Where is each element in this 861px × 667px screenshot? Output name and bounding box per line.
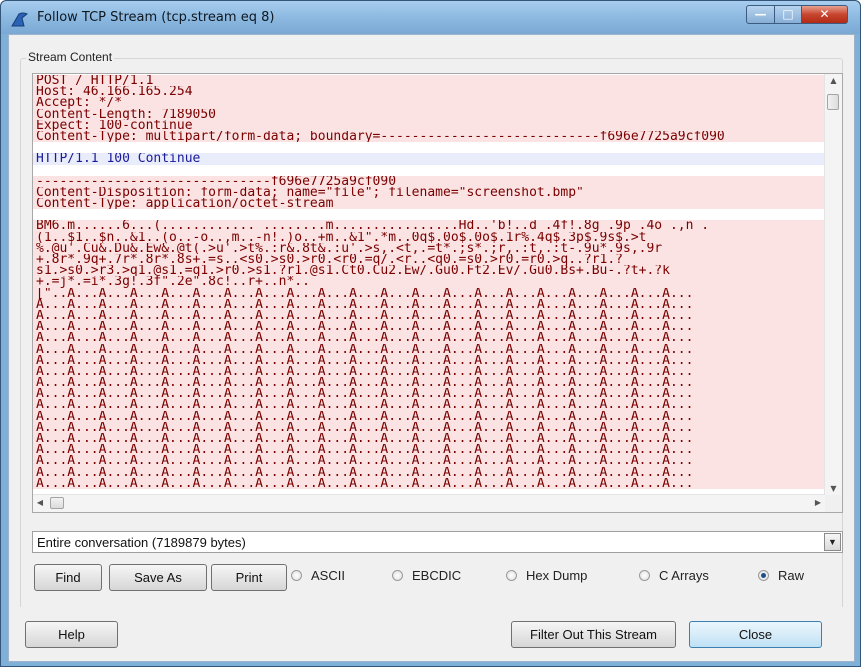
- scroll-right-icon[interactable]: ▶: [811, 498, 825, 507]
- radio-indicator[interactable]: [506, 570, 517, 582]
- stream-line-client: A...A...A...A...A...A...A...A...A...A...…: [33, 343, 825, 355]
- close-window-button[interactable]: ✕: [801, 5, 848, 24]
- close-button-label: Close: [738, 627, 773, 642]
- stream-line-client: %.@u'.Cu&.Du&.Ew&.@t(.>u'.>t%.:r&.8t&.:u…: [33, 242, 825, 254]
- stream-line-client: A...A...A...A...A...A...A...A...A...A...…: [33, 399, 825, 411]
- radio-indicator[interactable]: [758, 570, 769, 582]
- chevron-down-icon: ▼: [828, 537, 837, 547]
- title-bar[interactable]: Follow TCP Stream (tcp.stream eq 8) — □ …: [1, 1, 860, 34]
- stream-line-client: A...A...A...A...A...A...A...A...A...A...…: [33, 354, 825, 366]
- stream-line-client: A...A...A...A...A...A...A...A...A...A...…: [33, 321, 825, 333]
- stream-line-client: A...A...A...A...A...A...A...A...A...A...…: [33, 410, 825, 422]
- format-radio-ebcdic[interactable]: EBCDIC: [392, 568, 461, 588]
- maximize-button[interactable]: □: [774, 5, 802, 24]
- radio-indicator[interactable]: [639, 570, 650, 582]
- stream-line-client: A...A...A...A...A...A...A...A...A...A...…: [33, 477, 825, 489]
- radio-indicator[interactable]: [392, 570, 403, 582]
- minimize-button[interactable]: —: [746, 5, 775, 24]
- close-button[interactable]: Close: [689, 621, 822, 648]
- stream-line-client: (1..$1..$n..&1..(o..-o..,m..-n!.)o..+m..…: [33, 231, 825, 243]
- stream-line-client: A...A...A...A...A...A...A...A...A...A...…: [33, 332, 825, 344]
- dropdown-button[interactable]: ▼: [824, 533, 841, 551]
- format-radio-c-arrays[interactable]: C Arrays: [639, 568, 709, 588]
- save-as-button[interactable]: Save As: [109, 564, 207, 591]
- radio-label: C Arrays: [659, 568, 709, 583]
- find-button[interactable]: Find: [34, 564, 102, 591]
- scroll-left-icon[interactable]: ◀: [33, 498, 47, 507]
- horizontal-scrollbar[interactable]: ◀ ▶: [33, 494, 825, 512]
- stream-line-client: POST / HTTP/1.1: [33, 75, 825, 87]
- stream-line-client: +.8r*.9q+.7r*.8r*.8s+.=s..<s0.>s0.>r0.<r…: [33, 254, 825, 266]
- stream-line-client: [33, 209, 825, 221]
- find-button-label: Find: [55, 570, 81, 585]
- stream-line-client: Host: 46.166.165.254: [33, 86, 825, 98]
- stream-line-client: A...A...A...A...A...A...A...A...A...A...…: [33, 433, 825, 445]
- stream-line-client: +.=j*.=i*.3g!.3f".2e".8c!..r+..n*..: [33, 276, 825, 288]
- stream-line-client: A...A...A...A...A...A...A...A...A...A...…: [33, 466, 825, 478]
- stream-content-text[interactable]: POST / HTTP/1.1 Host: 46.166.165.254 Accep…: [32, 73, 843, 513]
- stream-line-client: [33, 142, 825, 154]
- radio-label: Raw: [778, 568, 805, 583]
- format-radio-ascii[interactable]: ASCII: [291, 568, 345, 588]
- scroll-up-icon[interactable]: ▲: [825, 76, 842, 85]
- scroll-down-icon[interactable]: ▼: [825, 484, 842, 493]
- stream-content-label: Stream Content: [26, 50, 115, 64]
- print-button-label: Print: [235, 570, 263, 585]
- format-radio-hex-dump[interactable]: Hex Dump: [506, 568, 587, 588]
- stream-line-client: A...A...A...A...A...A...A...A...A...A...…: [33, 455, 825, 467]
- conversation-select[interactable]: Entire conversation (7189879 bytes) ▼: [32, 531, 843, 553]
- print-button[interactable]: Print: [211, 564, 287, 591]
- maximize-icon: □: [782, 7, 794, 21]
- vertical-scrollbar[interactable]: ▲ ▼: [824, 74, 842, 495]
- follow-tcp-stream-window: Follow TCP Stream (tcp.stream eq 8) — □ …: [0, 0, 861, 667]
- stream-line-client: A...A...A...A...A...A...A...A...A...A...…: [33, 421, 825, 433]
- vertical-scroll-thumb[interactable]: [827, 94, 839, 110]
- stream-line-client: ------------------------------f696e7725a…: [33, 175, 825, 187]
- radio-label: ASCII: [311, 568, 345, 583]
- horizontal-scroll-thumb[interactable]: [50, 497, 64, 509]
- help-button-label: Help: [58, 627, 85, 642]
- stream-line-client: A...A...A...A...A...A...A...A...A...A...…: [33, 444, 825, 456]
- stream-line-server: HTTP/1.1 100 Continue: [33, 153, 825, 165]
- save-as-button-label: Save As: [134, 570, 182, 585]
- shark-fin-icon: [11, 12, 28, 27]
- radio-label: EBCDIC: [412, 568, 462, 583]
- stream-line-client: Content-Disposition: form-data; name="fi…: [33, 186, 825, 199]
- stream-line-client: [33, 164, 825, 176]
- stream-line-client: Accept: */*: [33, 97, 825, 109]
- stream-line-client: Content-Type: application/octet-stream: [33, 198, 825, 210]
- stream-line-client: s1.>s0.>r3.>q1.@s1.=q1.>r0.>s1.?r1.@s1.C…: [33, 265, 825, 277]
- stream-line-client: ["..A...A...A...A...A...A...A...A...A...…: [33, 287, 825, 299]
- format-radio-raw[interactable]: Raw: [758, 568, 804, 588]
- stream-line-client: Expect: 100-continue: [33, 119, 825, 131]
- stream-line-client: A...A...A...A...A...A...A...A...A...A...…: [33, 309, 825, 322]
- close-icon: ✕: [819, 7, 830, 21]
- filter-out-stream-label: Filter Out This Stream: [530, 627, 657, 642]
- help-button[interactable]: Help: [25, 621, 118, 648]
- stream-lines[interactable]: POST / HTTP/1.1 Host: 46.166.165.254 Accep…: [33, 75, 825, 499]
- stream-line-client: A...A...A...A...A...A...A...A...A...A...…: [33, 298, 825, 310]
- minimize-icon: —: [754, 7, 767, 21]
- radio-indicator[interactable]: [291, 570, 302, 582]
- stream-line-client: Content-Type: multipart/form-data; bound…: [33, 130, 825, 143]
- scroll-corner: [825, 495, 842, 512]
- stream-line-client: A...A...A...A...A...A...A...A...A...A...…: [33, 388, 825, 400]
- dialog-client-area: Stream Content POST / HTTP/1.1 Host: 46.1…: [8, 34, 855, 662]
- filter-out-stream-button[interactable]: Filter Out This Stream: [511, 621, 676, 648]
- stream-line-client: A...A...A...A...A...A...A...A...A...A...…: [33, 377, 825, 389]
- dialog-footer: Help Filter Out This Stream Close: [9, 607, 854, 661]
- conversation-select-value: Entire conversation (7189879 bytes): [37, 535, 246, 550]
- stream-line-client: Content-Length: 7189050: [33, 108, 825, 120]
- window-title: Follow TCP Stream (tcp.stream eq 8): [37, 10, 275, 25]
- radio-label: Hex Dump: [526, 568, 588, 583]
- stream-line-client: A...A...A...A...A...A...A...A...A...A...…: [33, 365, 825, 378]
- stream-line-client: BM6.m......6...(............ ........m..…: [33, 220, 825, 232]
